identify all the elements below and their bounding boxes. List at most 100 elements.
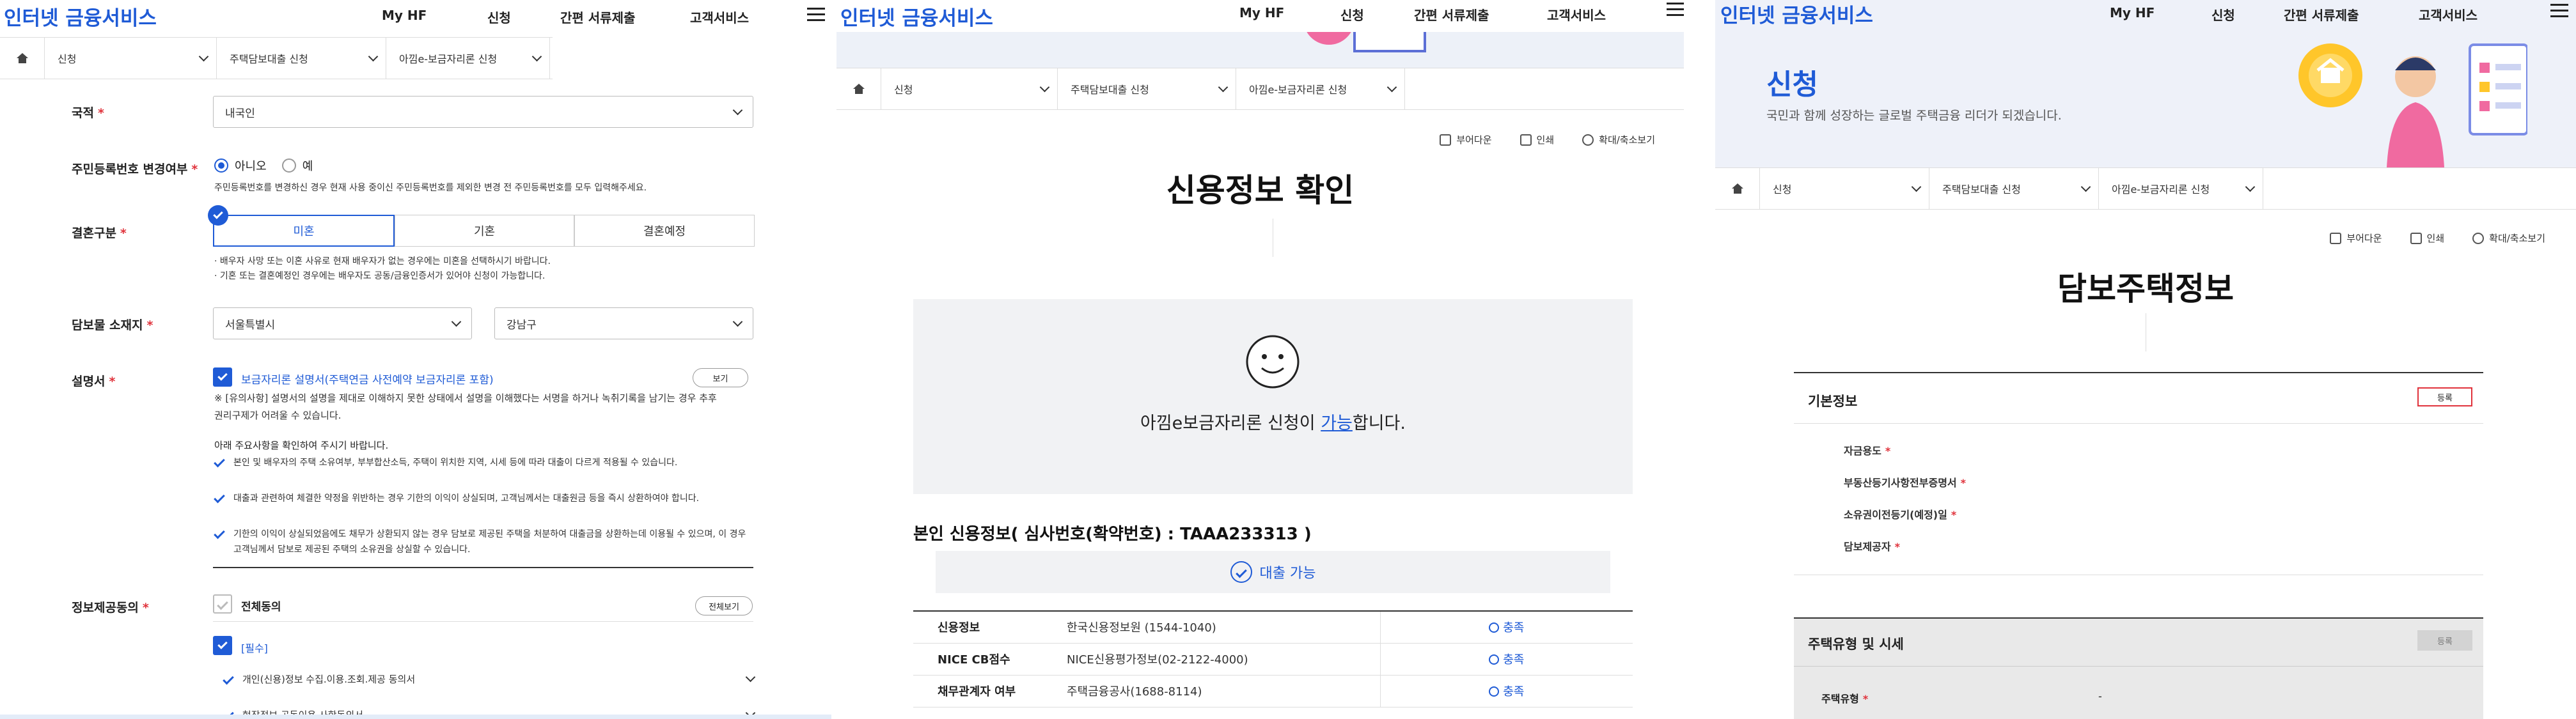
breadcrumb-mortgage[interactable]: 주택담보대출 신청 [1058, 68, 1236, 109]
scroll-track[interactable] [0, 715, 831, 719]
section-title: 기본정보 [1808, 394, 1858, 409]
print-icon [1520, 134, 1532, 146]
row-result-text: 충족 [1503, 621, 1525, 635]
divider [213, 621, 753, 622]
breadcrumb-apply[interactable]: 신청 [881, 68, 1058, 109]
menu-icon[interactable] [807, 8, 825, 23]
consent-required-checkbox[interactable] [213, 636, 232, 655]
menu-icon[interactable] [2550, 4, 2568, 19]
nav-customer-service[interactable]: 고객서비스 [690, 8, 749, 26]
district-select[interactable]: 강남구 [494, 307, 753, 339]
nav-my-hf[interactable]: My HF [382, 8, 487, 26]
chevron-down-icon [745, 672, 756, 683]
smile-icon [1246, 335, 1300, 389]
field-label: 소유권이전등기(예정)일 * [1844, 509, 1957, 521]
radio-yes[interactable] [281, 158, 296, 173]
download-tool[interactable]: 부어다운 [1440, 133, 1492, 146]
breadcrumb-akim[interactable]: 아낌e-보금자리론 신청 [2099, 168, 2263, 209]
radio-yes-label: 예 [302, 160, 313, 173]
nav-customer-service[interactable]: 고객서비스 [1547, 5, 1606, 24]
site-logo[interactable]: 인터넷 금융서비스 [4, 2, 157, 31]
site-header: 인터넷 금융서비스 My HF 신청 간편 서류제출 고객서비스 [0, 0, 831, 32]
home-icon[interactable] [0, 38, 45, 79]
price-register-button[interactable]: 등록 [2417, 630, 2472, 651]
site-logo[interactable]: 인터넷 금융서비스 [1720, 0, 1873, 28]
manual-checkbox[interactable] [213, 367, 232, 387]
breadcrumb-label: 아낌e-보금자리론 신청 [2112, 183, 2210, 196]
result-prefix: 아낌e보금자리론 신청이 [1140, 414, 1321, 433]
page-tools: 부어다운 인쇄 확대/축소보기 [1440, 133, 1655, 146]
nav-apply[interactable]: 신청 [2211, 5, 2284, 24]
register-button[interactable]: 등록 [2417, 387, 2472, 406]
chevron-down-icon [1911, 182, 1922, 192]
consent-all-checkbox[interactable] [213, 594, 232, 614]
consent-item[interactable]: 개인(신용)정보 수집.이용.조회.제공 동의서 [223, 672, 756, 686]
marriage-married[interactable]: 기혼 [395, 215, 574, 247]
marriage-single[interactable]: 미혼 [213, 215, 395, 247]
download-icon [2330, 232, 2342, 244]
manual-view-button[interactable]: 보기 [693, 368, 748, 387]
result-link[interactable]: 가능 [1321, 414, 1353, 433]
city-value: 서울특별시 [225, 318, 276, 332]
divider [213, 567, 753, 568]
consent-item-text: 개인(신용)정보 수집.이용.조회.제공 동의서 [242, 674, 416, 685]
check-icon [1230, 561, 1252, 583]
breadcrumb: 신청 주택담보대출 신청 아낌e-보금자리론 신청 [0, 37, 553, 79]
nav-simple-docs[interactable]: 간편 서류제출 [1414, 5, 1547, 24]
chevron-down-icon [2245, 182, 2256, 192]
nav-my-hf[interactable]: My HF [1239, 5, 1340, 24]
breadcrumb-akim[interactable]: 아낌e-보금자리론 신청 [386, 38, 550, 79]
nav-apply[interactable]: 신청 [1340, 5, 1414, 24]
global-nav: My HF 신청 간편 서류제출 고객서비스 [1239, 5, 1606, 24]
zoom-tool[interactable]: 확대/축소보기 [2472, 231, 2545, 245]
global-nav: My HF 신청 간편 서류제출 고객서비스 [382, 8, 749, 26]
breadcrumb: 신청 주택담보대출 신청 아낌e-보금자리론 신청 [1715, 167, 2576, 210]
zoom-label: 확대/축소보기 [2489, 233, 2545, 244]
download-tool[interactable]: 부어다운 [2330, 231, 2382, 245]
home-icon[interactable] [836, 68, 881, 109]
breadcrumb-apply[interactable]: 신청 [45, 38, 217, 79]
consent-view-all-button[interactable]: 전체보기 [695, 596, 753, 615]
chevron-down-icon [368, 51, 379, 61]
breadcrumb-mortgage[interactable]: 주택담보대출 신청 [217, 38, 386, 79]
breadcrumb-apply[interactable]: 신청 [1760, 168, 1929, 209]
nav-my-hf[interactable]: My HF [2110, 5, 2211, 24]
marriage-note: · 배우자 사망 또는 이혼 사유로 현재 배우자가 없는 경우에는 미혼을 선… [214, 256, 551, 267]
consent-all-text[interactable]: 전체동의 [241, 598, 281, 614]
city-select[interactable]: 서울특별시 [213, 307, 472, 339]
site-logo[interactable]: 인터넷 금융서비스 [840, 2, 993, 31]
nationality-select[interactable]: 내국인 [213, 96, 753, 128]
radio-no-label: 아니오 [235, 160, 267, 173]
result-box: 아낌e보금자리론 신청이 가능합니다. [913, 299, 1633, 494]
zoom-tool[interactable]: 확대/축소보기 [1582, 133, 1655, 146]
breadcrumb-akim[interactable]: 아낌e-보금자리론 신청 [1236, 68, 1405, 109]
banner-title: 신청 [1766, 68, 1818, 101]
row-result: 충족 [1379, 675, 1633, 707]
page-title: 신용정보 확인 [1166, 172, 1355, 209]
home-icon[interactable] [1715, 168, 1760, 209]
field-label: 자금용도 * [1844, 445, 1891, 457]
nav-simple-docs[interactable]: 간편 서류제출 [560, 8, 690, 26]
nav-customer-service[interactable]: 고객서비스 [2419, 5, 2478, 24]
manual-items-title: 아래 주요사항을 확인하여 주시기 바랍니다. [214, 440, 389, 451]
menu-icon[interactable] [1667, 3, 1684, 18]
print-tool[interactable]: 인쇄 [2410, 231, 2445, 245]
nav-simple-docs[interactable]: 간편 서류제출 [2284, 5, 2419, 24]
list-item: 기한의 이익이 상실되었음에도 채무가 상환되지 않는 경우 담보로 제공된 주… [214, 527, 753, 562]
check-icon [214, 491, 225, 504]
global-nav: My HF 신청 간편 서류제출 고객서비스 [2110, 5, 2478, 24]
nav-apply[interactable]: 신청 [487, 8, 560, 26]
breadcrumb-mortgage[interactable]: 주택담보대출 신청 [1929, 168, 2099, 209]
manual-warning: ※ [유의사항] 설명서의 설명을 제대로 이해하지 못한 상태에서 설명을 이… [214, 392, 717, 421]
print-label: 인쇄 [2426, 233, 2445, 244]
breadcrumb-label: 주택담보대출 신청 [230, 53, 308, 65]
divider [1794, 423, 2483, 424]
field-list: 자금용도 * 부동산등기사항전부증명서 * 소유권이전등기(예정)일 * 담보제공자 * [1844, 442, 1966, 570]
manual-check-text[interactable]: 보금자리론 설명서(주택연금 사전예약 보금자리론 포함) [241, 371, 494, 387]
marriage-planned[interactable]: 결혼예정 [574, 215, 755, 247]
consent-label: 정보제공동의 * [72, 601, 149, 615]
circle-icon [1489, 654, 1500, 665]
print-tool[interactable]: 인쇄 [1520, 133, 1554, 146]
radio-no[interactable] [214, 158, 228, 173]
row-result: 충족 [1379, 643, 1633, 675]
